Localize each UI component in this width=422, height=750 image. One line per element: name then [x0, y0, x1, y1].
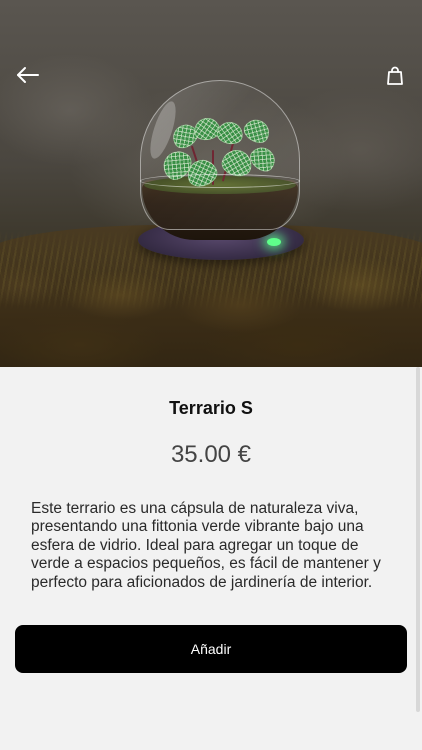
add-to-cart-label: Añadir — [190, 641, 232, 657]
shopping-bag-icon — [387, 66, 403, 85]
cart-button[interactable] — [380, 61, 410, 91]
arrow-left-icon — [17, 67, 39, 83]
back-button[interactable] — [13, 60, 43, 90]
glass-rim — [140, 174, 300, 188]
terrarium-illustration — [132, 80, 304, 270]
product-description: Este terrario es una cápsula de naturale… — [31, 500, 381, 591]
product-image — [0, 0, 422, 367]
glass-dome — [140, 80, 300, 230]
product-price: 35.00 € — [170, 441, 252, 468]
add-to-cart-button[interactable]: Añadir — [15, 625, 407, 673]
terrarium-light — [267, 238, 281, 246]
product-title: Terrario S — [169, 398, 253, 418]
